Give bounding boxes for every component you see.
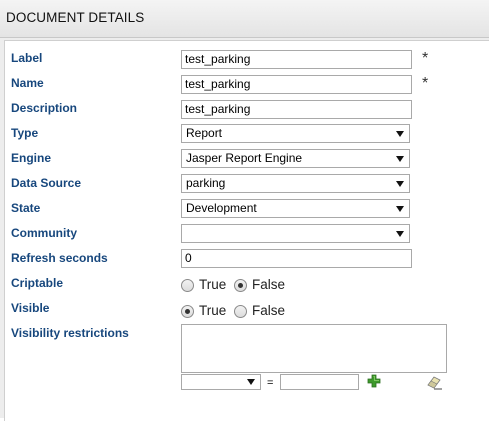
visible-field-label: Visible — [11, 301, 50, 315]
community-select[interactable] — [181, 224, 410, 243]
engine-select[interactable]: Jasper Report Engine — [181, 149, 410, 168]
data-source-field-label: Data Source — [11, 176, 82, 190]
chevron-down-icon — [396, 131, 404, 137]
criptable-false-radio[interactable] — [234, 279, 247, 292]
label-required-mark: * — [422, 50, 429, 67]
description-input[interactable] — [181, 100, 412, 119]
eraser-icon[interactable] — [425, 374, 443, 390]
criptable-true-label: True — [199, 277, 227, 292]
visible-false-radio[interactable] — [234, 305, 247, 318]
chevron-down-icon — [396, 206, 404, 212]
visible-false-label: False — [252, 303, 286, 318]
data-source-select[interactable]: parking — [181, 174, 410, 193]
type-select[interactable]: Report — [181, 124, 410, 143]
equals-sign: = — [267, 377, 274, 389]
name-required-mark: * — [422, 75, 429, 92]
refresh-seconds-field-label: Refresh seconds — [11, 251, 108, 265]
chevron-down-icon — [396, 156, 404, 162]
label-field-label: Label — [11, 51, 43, 65]
engine-field-label: Engine — [11, 151, 52, 165]
restriction-attribute-select[interactable] — [181, 374, 261, 390]
chevron-down-icon — [247, 379, 255, 385]
criptable-false-label: False — [252, 277, 286, 292]
type-field-label: Type — [11, 126, 39, 140]
refresh-seconds-input[interactable] — [181, 249, 412, 268]
engine-select-value: Jasper Report Engine — [186, 151, 303, 165]
state-select-value: Development — [186, 201, 257, 215]
section-title: DOCUMENT DETAILS — [6, 10, 145, 25]
state-select[interactable]: Development — [181, 199, 410, 218]
chevron-down-icon — [396, 231, 404, 237]
criptable-true-radio[interactable] — [181, 279, 194, 292]
name-input[interactable] — [181, 75, 412, 94]
community-field-label: Community — [11, 226, 77, 240]
restriction-value-input[interactable] — [280, 374, 359, 390]
state-field-label: State — [11, 201, 41, 215]
visible-true-radio[interactable] — [181, 305, 194, 318]
visibility-restrictions-field-label: Visibility restrictions — [11, 326, 129, 340]
description-field-label: Description — [11, 101, 78, 115]
visibility-restrictions-textarea[interactable] — [181, 324, 447, 373]
data-source-select-value: parking — [186, 176, 226, 190]
criptable-field-label: Criptable — [11, 276, 64, 290]
label-input[interactable] — [181, 50, 412, 69]
name-field-label: Name — [11, 76, 44, 90]
section-header: DOCUMENT DETAILS — [0, 0, 489, 38]
add-icon[interactable] — [366, 373, 382, 389]
visible-true-label: True — [199, 303, 227, 318]
chevron-down-icon — [396, 181, 404, 187]
type-select-value: Report — [186, 126, 223, 140]
